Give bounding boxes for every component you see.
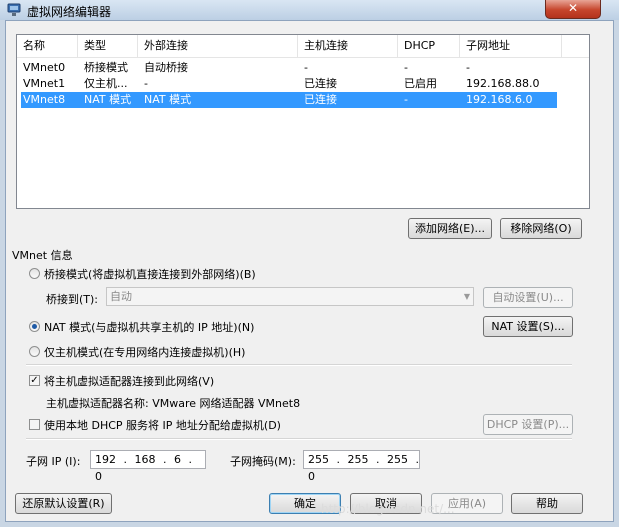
- column-name[interactable]: 名称: [17, 35, 78, 57]
- subnet-mask-input[interactable]: 255 . 255 . 255 . 0: [303, 450, 420, 483]
- cell-external: 自动桥接: [144, 61, 188, 74]
- column-type[interactable]: 类型: [78, 35, 138, 57]
- connect-adapter-label: 将主机虚拟适配器连接到此网络(V): [44, 375, 215, 388]
- help-button[interactable]: 帮助: [511, 493, 583, 514]
- cell-subnet: 192.168.6.0: [466, 93, 533, 106]
- use-dhcp-label: 使用本地 DHCP 服务将 IP 地址分配给虚拟机(D): [44, 419, 281, 432]
- remove-network-button[interactable]: 移除网络(O): [500, 218, 582, 239]
- cell-dhcp: -: [404, 61, 408, 74]
- cell-type: 桥接模式: [84, 61, 128, 74]
- divider: [26, 364, 572, 366]
- dhcp-settings-button[interactable]: DHCP 设置(P)...: [483, 414, 573, 435]
- host-only-label: 仅主机模式(在专用网络内连接虚拟机)(H): [44, 346, 246, 359]
- column-host-connection[interactable]: 主机连接: [298, 35, 398, 57]
- nat-mode-radio[interactable]: [29, 321, 40, 332]
- cell-name: VMnet1: [23, 77, 66, 90]
- cell-name: VMnet0: [23, 61, 66, 74]
- bridge-to-label: 桥接到(T):: [46, 293, 99, 306]
- watermark-text: http://blog.csdn.net/...: [321, 502, 455, 516]
- bridge-to-select[interactable]: 自动 ▼: [106, 287, 474, 306]
- cell-host: 已连接: [304, 93, 337, 106]
- dialog-body: 名称 类型 外部连接 主机连接 DHCP 子网地址 VMnet0 桥接模式 自动…: [5, 20, 614, 522]
- bridged-mode-label: 桥接模式(将虚拟机直接连接到外部网络)(B): [44, 268, 256, 281]
- add-network-button[interactable]: 添加网络(E)...: [408, 218, 492, 239]
- cell-dhcp: -: [404, 93, 408, 106]
- checkmark-icon: ✓: [30, 375, 39, 386]
- cell-name: VMnet8: [23, 93, 66, 106]
- close-icon: ✕: [567, 1, 579, 15]
- column-subnet[interactable]: 子网地址: [460, 35, 562, 57]
- host-only-radio[interactable]: [29, 346, 40, 357]
- close-button[interactable]: ✕: [545, 0, 601, 19]
- restore-defaults-button[interactable]: 还原默认设置(R): [15, 493, 112, 514]
- vmnet-info-label: VMnet 信息: [12, 249, 73, 262]
- chevron-down-icon: ▼: [463, 292, 470, 301]
- virtual-network-editor-window: 虚拟网络编辑器 ✕ 名称 类型 外部连接 主机连接 DHCP 子网地址 VMne…: [0, 0, 619, 527]
- cell-subnet: -: [466, 61, 470, 74]
- column-dhcp[interactable]: DHCP: [398, 35, 460, 57]
- subnet-mask-label: 子网掩码(M):: [230, 455, 296, 468]
- auto-settings-button[interactable]: 自动设置(U)...: [483, 287, 573, 308]
- nat-mode-label: NAT 模式(与虚拟机共享主机的 IP 地址)(N): [44, 321, 255, 334]
- network-list-header: 名称 类型 外部连接 主机连接 DHCP 子网地址: [17, 35, 589, 58]
- use-dhcp-checkbox[interactable]: [29, 419, 40, 430]
- nat-settings-button[interactable]: NAT 设置(S)...: [483, 316, 573, 337]
- cell-dhcp: 已启用: [404, 77, 437, 90]
- network-list[interactable]: 名称 类型 外部连接 主机连接 DHCP 子网地址 VMnet0 桥接模式 自动…: [16, 34, 590, 209]
- adapter-name-text: 主机虚拟适配器名称: VMware 网络适配器 VMnet8: [46, 397, 301, 410]
- subnet-ip-label: 子网 IP (I):: [26, 455, 81, 468]
- bridged-mode-radio[interactable]: [29, 268, 40, 279]
- table-row-selected[interactable]: VMnet8 NAT 模式 NAT 模式 已连接 - 192.168.6.0: [21, 92, 557, 108]
- cell-type: NAT 模式: [84, 93, 132, 106]
- table-row[interactable]: VMnet1 仅主机... - 已连接 已启用 192.168.88.0: [21, 76, 557, 92]
- cell-subnet: 192.168.88.0: [466, 77, 540, 90]
- cell-host: 已连接: [304, 77, 337, 90]
- column-external[interactable]: 外部连接: [138, 35, 298, 57]
- title-bar[interactable]: 虚拟网络编辑器 ✕: [0, 0, 619, 20]
- table-row[interactable]: VMnet0 桥接模式 自动桥接 - - -: [21, 60, 557, 76]
- bridge-to-value: 自动: [110, 290, 132, 303]
- divider: [26, 438, 572, 440]
- cell-external: NAT 模式: [144, 93, 192, 106]
- cell-type: 仅主机...: [84, 77, 128, 90]
- cell-host: -: [304, 61, 308, 74]
- network-icon: [7, 3, 21, 16]
- window-title: 虚拟网络编辑器: [27, 5, 112, 19]
- cell-external: -: [144, 77, 148, 90]
- subnet-ip-input[interactable]: 192 . 168 . 6 . 0: [90, 450, 206, 483]
- connect-adapter-checkbox[interactable]: ✓: [29, 375, 40, 386]
